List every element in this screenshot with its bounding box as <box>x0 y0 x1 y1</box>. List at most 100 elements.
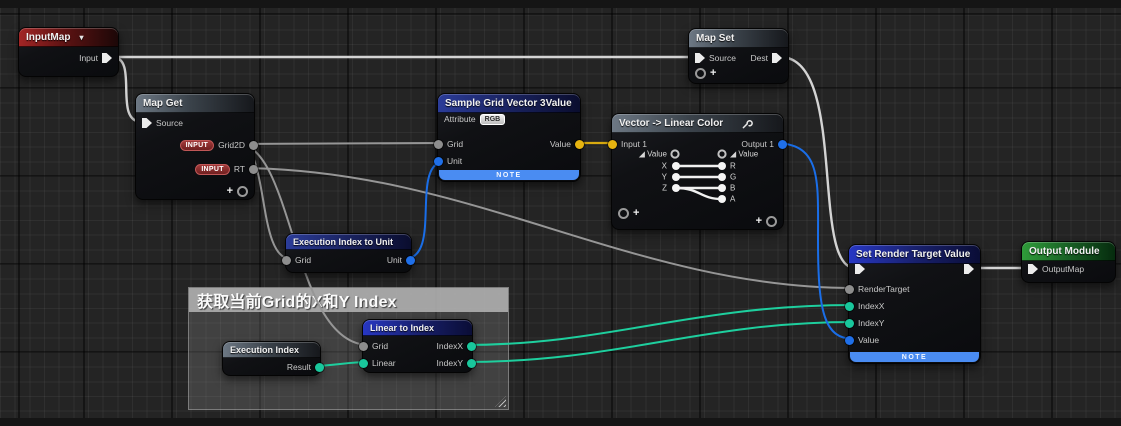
node-inputmap[interactable]: InputMap ▾ Input <box>18 27 119 77</box>
pin-label: IndexX <box>858 301 884 311</box>
caret-down-icon[interactable]: ▾ <box>79 33 83 42</box>
node-map-set[interactable]: Map Set Source Dest + <box>688 28 789 84</box>
pin-label: Result <box>287 362 311 372</box>
node-vector-lc-header[interactable]: Vector -> Linear Color <box>612 114 783 133</box>
indexx-input-pin[interactable] <box>845 302 854 311</box>
node-sample-grid-vector-3value[interactable]: Sample Grid Vector 3Value Attribute RGB … <box>437 93 581 182</box>
pin-label: Grid2D <box>218 140 245 150</box>
node-execution-index-header[interactable]: Execution Index <box>223 342 320 358</box>
canvas-bottom-border <box>0 418 1121 426</box>
pin-label: Source <box>156 118 183 128</box>
pin-label: OutputMap <box>1042 264 1084 274</box>
add-pin-icon[interactable]: + <box>710 68 716 78</box>
result-output-pin[interactable] <box>315 363 324 372</box>
exec-output-pin[interactable] <box>772 53 782 63</box>
output1-pin[interactable] <box>778 140 787 149</box>
node-map-get[interactable]: Map Get Source INPUT Grid2D INPUT RT + <box>135 93 255 200</box>
comment-resize-handle[interactable] <box>495 396 506 407</box>
pin-label: Unit <box>387 255 402 265</box>
note-bar[interactable]: NOTE <box>439 170 579 180</box>
node-map-set-title: Map Set <box>696 33 734 44</box>
exec-input-pin[interactable] <box>1028 264 1038 274</box>
node-output-module-header[interactable]: Output Module <box>1022 242 1115 261</box>
node-linear-to-index[interactable]: Linear to Index Grid IndexX Linear Index… <box>362 319 473 373</box>
pin-label: IndexY <box>437 358 463 368</box>
add-pin-icon[interactable]: + <box>227 186 233 196</box>
node-output-module[interactable]: Output Module OutputMap <box>1021 241 1116 283</box>
node-inputmap-header[interactable]: InputMap ▾ <box>19 28 118 47</box>
pin-label: RT <box>234 164 245 174</box>
struct-label: ◢ Value <box>612 150 667 159</box>
add-output-pin[interactable] <box>237 186 248 197</box>
unit-input-pin[interactable] <box>434 157 443 166</box>
value-output-pin[interactable] <box>575 140 584 149</box>
exec-output-pin[interactable] <box>964 264 974 274</box>
node-execution-index-to-unit[interactable]: Execution Index to Unit Grid Unit <box>285 233 412 273</box>
pin-label: Value <box>550 139 571 149</box>
rt-output-pin[interactable] <box>249 165 258 174</box>
node-exec-index-to-unit-header[interactable]: Execution Index to Unit <box>286 234 411 250</box>
grid-input-pin[interactable] <box>282 256 291 265</box>
node-vector-to-linear-color[interactable]: Vector -> Linear Color Input 1 Output 1 <box>611 113 784 230</box>
node-map-get-header[interactable]: Map Get <box>136 94 254 113</box>
node-set-rtv-title: Set Render Target Value <box>856 249 970 260</box>
node-map-set-header[interactable]: Map Set <box>689 29 788 48</box>
add-output-pin[interactable] <box>766 216 777 227</box>
grid-input-pin[interactable] <box>434 140 443 149</box>
node-set-rtv-header[interactable]: Set Render Target Value <box>849 245 980 264</box>
canvas-top-border <box>0 0 1121 8</box>
indexx-output-pin[interactable] <box>467 342 476 351</box>
field-label: Y <box>612 173 667 182</box>
rendertarget-input-pin[interactable] <box>845 285 854 294</box>
add-input-pin[interactable] <box>695 68 706 79</box>
pin-label: Linear <box>372 358 396 368</box>
struct-label: ◢ Value <box>730 150 758 159</box>
node-execution-index-title: Execution Index <box>230 345 299 355</box>
pin-label: Grid <box>372 341 388 351</box>
wire-grid2d-to-samplegrid[interactable] <box>238 143 446 144</box>
wire-output1-to-value[interactable] <box>774 143 854 339</box>
pin-label: Unit <box>447 156 462 166</box>
node-execution-index[interactable]: Execution Index Result <box>222 341 321 376</box>
node-linear-to-index-header[interactable]: Linear to Index <box>363 320 472 336</box>
exec-input-pin[interactable] <box>142 118 152 128</box>
pin-label: Source <box>709 53 736 63</box>
field-label: R <box>730 162 736 171</box>
pin-label: IndexX <box>437 341 463 351</box>
pin-label: Grid <box>447 139 463 149</box>
node-vector-lc-title: Vector -> Linear Color <box>619 118 723 129</box>
pin-label: IndexY <box>858 318 884 328</box>
exec-input-pin[interactable] <box>855 264 865 274</box>
field-label: X <box>612 162 667 171</box>
attribute-value-badge[interactable]: RGB <box>480 114 506 125</box>
exec-output-pin[interactable] <box>102 53 112 63</box>
pin-label: Input 1 <box>621 139 647 149</box>
value-input-pin[interactable] <box>845 336 854 345</box>
indexy-input-pin[interactable] <box>845 319 854 328</box>
grid2d-output-pin[interactable] <box>249 141 258 150</box>
node-set-render-target-value[interactable]: Set Render Target Value RenderTarget Ind… <box>848 244 981 364</box>
node-linear-to-index-title: Linear to Index <box>370 323 434 333</box>
field-label: Z <box>612 184 667 193</box>
exec-input-pin[interactable] <box>695 53 705 63</box>
comment-header[interactable]: 获取当前Grid的X和Y Index <box>189 288 508 312</box>
node-exec-index-to-unit-title: Execution Index to Unit <box>293 237 393 247</box>
input1-pin[interactable] <box>608 140 617 149</box>
wrench-icon <box>742 118 753 129</box>
node-graph-canvas[interactable]: 获取当前Grid的X和Y Index <box>0 0 1121 426</box>
note-bar[interactable]: NOTE <box>850 352 979 362</box>
input-badge: INPUT <box>180 140 215 151</box>
grid-input-pin[interactable] <box>359 342 368 351</box>
pin-label: Output 1 <box>741 139 774 149</box>
indexy-output-pin[interactable] <box>467 359 476 368</box>
add-pin-icon[interactable]: + <box>756 216 762 226</box>
node-inputmap-title: InputMap <box>26 32 70 43</box>
unit-output-pin[interactable] <box>406 256 415 265</box>
pin-label: Input <box>79 53 98 63</box>
linear-input-pin[interactable] <box>359 359 368 368</box>
pin-label: Dest <box>751 53 768 63</box>
pin-label: RenderTarget <box>858 284 910 294</box>
pin-label: Grid <box>295 255 311 265</box>
pin-label: Value <box>858 335 879 345</box>
node-sample-grid-header[interactable]: Sample Grid Vector 3Value <box>438 94 580 113</box>
